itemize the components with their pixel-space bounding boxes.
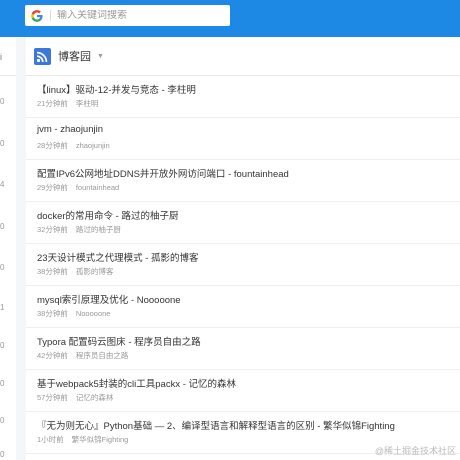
left-count: 0: [0, 139, 5, 148]
item-meta: 38分钟前 孤影的博客: [37, 266, 113, 277]
item-meta: 28分钟前 zhaojunjin: [37, 140, 110, 151]
left-count: 0: [0, 416, 5, 425]
item-source: zhaojunjin: [75, 141, 110, 150]
item-source: 记忆的森林: [75, 393, 114, 402]
item-time: 38分钟前: [37, 309, 68, 318]
item-title[interactable]: 『无为则无心』Python基础 — 2、编译型语言和解释型语言的区别 - 繁华似…: [37, 418, 395, 432]
item-meta: 32分钟前 路过的柚子厨: [37, 224, 121, 235]
left-header-text: i: [0, 52, 2, 62]
item-title[interactable]: jvm - zhaojunjin: [37, 124, 103, 135]
item-title[interactable]: 配置IPv6公网地址DDNS并开放外网访问端口 - fountainhead: [37, 166, 289, 180]
item-source: 程序员自由之路: [75, 351, 129, 360]
item-meta: 38分钟前 Nooooone: [37, 308, 110, 319]
watermark: @稀土掘金技术社区: [374, 446, 456, 456]
list-item[interactable]: 23天设计模式之代理模式 - 孤影的博客 38分钟前 孤影的博客: [26, 244, 460, 286]
item-title[interactable]: docker的常用命令 - 路过的柚子厨: [37, 208, 178, 222]
item-source: Nooooone: [75, 309, 111, 318]
search-box[interactable]: [25, 5, 230, 26]
list-item[interactable]: 【linux】驱动-12-并发与竞态 - 李柱明 21分钟前 李柱明: [26, 76, 460, 118]
item-meta: 29分钟前 fountainhead: [37, 182, 119, 193]
list-item[interactable]: mysql索引原理及优化 - Nooooone 38分钟前 Nooooone: [26, 286, 460, 328]
item-meta: 1小时前 繁华似锦Fighting: [37, 434, 128, 445]
list-item[interactable]: jvm - zhaojunjin 28分钟前 zhaojunjin: [26, 118, 460, 160]
item-time: 42分钟前: [37, 351, 68, 360]
list-item[interactable]: 基于webpack5封装的cli工具packx - 记忆的森林 57分钟前 记忆的…: [26, 370, 460, 412]
item-title[interactable]: mysql索引原理及优化 - Nooooone: [37, 292, 181, 306]
left-count: 0: [0, 263, 5, 272]
feed-title: 博客园: [58, 51, 91, 63]
rss-icon: [34, 47, 51, 65]
feed-header[interactable]: 博客园 ▼: [26, 37, 460, 76]
item-title[interactable]: 【linux】驱动-12-并发与竞态 - 李柱明: [37, 82, 196, 96]
list-item[interactable]: docker的常用命令 - 路过的柚子厨 32分钟前 路过的柚子厨: [26, 202, 460, 244]
left-count: 1: [0, 303, 5, 312]
item-source: 孤影的博客: [75, 267, 114, 276]
left-count: 4: [0, 180, 5, 189]
item-source: 路过的柚子厨: [75, 225, 121, 234]
item-meta: 57分钟前 记忆的森林: [37, 392, 113, 403]
item-time: 21分钟前: [37, 99, 68, 108]
item-time: 29分钟前: [37, 183, 68, 192]
left-count: 0: [0, 379, 5, 388]
item-meta: 21分钟前 李柱明: [37, 98, 98, 109]
column-gutter: [16, 37, 26, 460]
item-meta: 42分钟前 程序员自由之路: [37, 350, 128, 361]
item-title[interactable]: Typora 配置码云图床 - 程序员自由之路: [37, 334, 201, 348]
left-column-header: i: [0, 37, 16, 76]
item-title[interactable]: 基于webpack5封装的cli工具packx - 记忆的森林: [37, 376, 236, 390]
google-icon: [30, 9, 44, 23]
search-divider: [50, 10, 51, 21]
left-column: i 0 0 4 0 0 1 0 0 0 0: [0, 37, 16, 460]
item-title[interactable]: 23天设计模式之代理模式 - 孤影的博客: [37, 250, 199, 264]
item-time: 57分钟前: [37, 393, 68, 402]
item-time: 28分钟前: [37, 141, 68, 150]
item-time: 1小时前: [37, 435, 64, 444]
item-source: 繁华似锦Fighting: [71, 435, 129, 444]
left-count: 0: [0, 341, 5, 350]
top-bar: [0, 0, 460, 37]
list-item[interactable]: 配置IPv6公网地址DDNS并开放外网访问端口 - fountainhead 2…: [26, 160, 460, 202]
search-input[interactable]: [57, 10, 207, 21]
item-source: 李柱明: [75, 99, 99, 108]
left-count: 0: [0, 97, 5, 106]
left-count: 0: [0, 222, 5, 231]
item-source: fountainhead: [75, 183, 120, 192]
feed-panel: 博客园 ▼ 【linux】驱动-12-并发与竞态 - 李柱明 21分钟前 李柱明 …: [26, 37, 460, 460]
item-time: 38分钟前: [37, 267, 68, 276]
list-item[interactable]: Typora 配置码云图床 - 程序员自由之路 42分钟前 程序员自由之路: [26, 328, 460, 370]
item-time: 32分钟前: [37, 225, 68, 234]
chevron-down-icon[interactable]: ▼: [97, 53, 104, 60]
left-count: 0: [0, 450, 5, 459]
